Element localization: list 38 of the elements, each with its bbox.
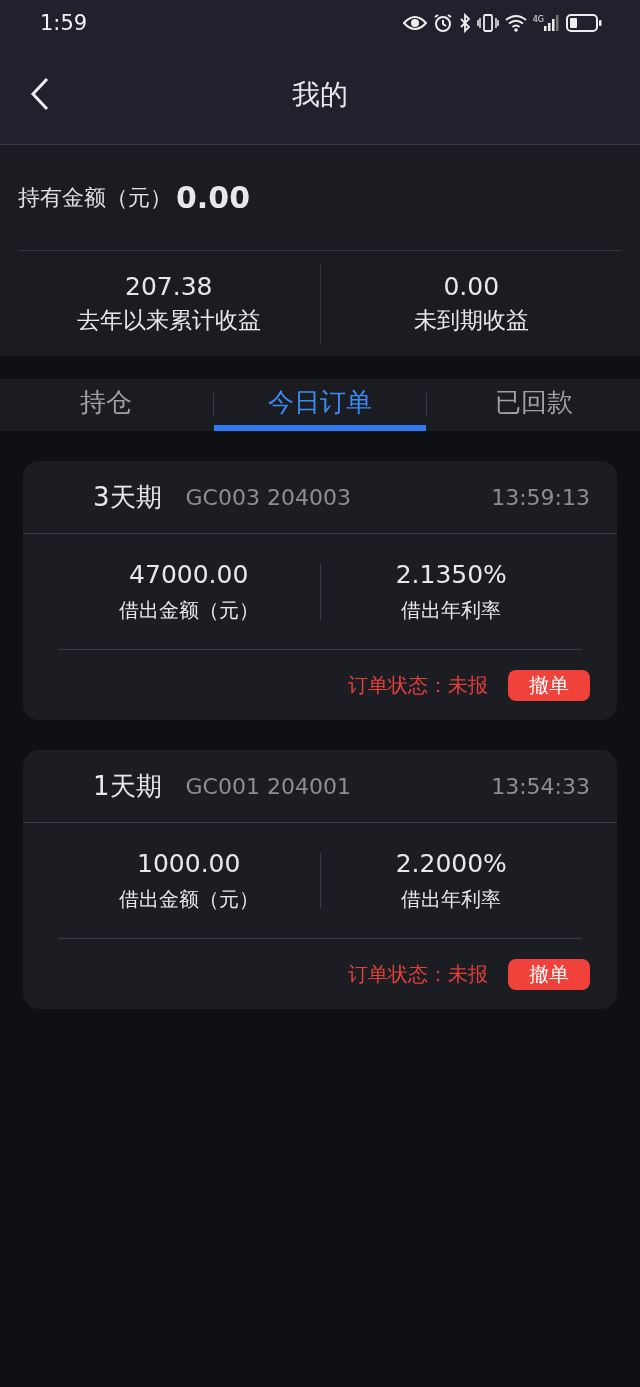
page-title: 我的 xyxy=(292,76,348,113)
eye-icon xyxy=(402,14,427,31)
rate-value: 2.2000% xyxy=(395,848,507,878)
network-label: 4G xyxy=(532,14,544,24)
back-icon[interactable] xyxy=(30,77,50,111)
holding-value: 0.00 xyxy=(176,180,251,215)
status-time: 1:59 xyxy=(40,10,88,35)
rate-label: 借出年利率 xyxy=(401,596,502,624)
order-status: 订单状态：未报 xyxy=(348,960,488,988)
wifi-icon xyxy=(504,13,527,32)
order-time: 13:54:33 xyxy=(491,773,590,799)
tab[interactable]: 今日订单 xyxy=(214,379,426,431)
holding-label: 持有金额（元） xyxy=(18,183,172,212)
order-status: 订单状态：未报 xyxy=(348,671,488,699)
order-code: GC001 204001 xyxy=(185,773,351,799)
amount-value: 1000.00 xyxy=(137,848,241,878)
tab[interactable]: 已回款 xyxy=(427,379,640,431)
order-time: 13:59:13 xyxy=(491,484,590,510)
order-code: GC003 204003 xyxy=(185,484,351,510)
bluetooth-icon xyxy=(458,12,471,33)
battery-icon xyxy=(566,13,602,32)
stat-value: 207.38 xyxy=(125,271,213,301)
cancel-button[interactable]: 撤单 xyxy=(508,669,590,701)
cancel-button[interactable]: 撤单 xyxy=(508,958,590,990)
stat-label: 未到期收益 xyxy=(413,305,529,335)
rate-value: 2.1350% xyxy=(395,559,507,589)
amount-label: 借出金额（元） xyxy=(118,596,259,624)
amount-value: 47000.00 xyxy=(129,559,249,589)
rate-label: 借出年利率 xyxy=(401,885,502,913)
amount-label: 借出金额（元） xyxy=(118,885,259,913)
stat-value: 0.00 xyxy=(443,271,500,301)
signal-icon xyxy=(544,14,560,31)
stat-label: 去年以来累计收益 xyxy=(76,305,261,335)
order-term: 3天期 xyxy=(93,480,162,514)
alarm-icon xyxy=(432,12,453,33)
tab[interactable]: 持仓 xyxy=(0,379,213,431)
vibrate-icon xyxy=(476,12,499,33)
order-term: 1天期 xyxy=(93,769,162,803)
